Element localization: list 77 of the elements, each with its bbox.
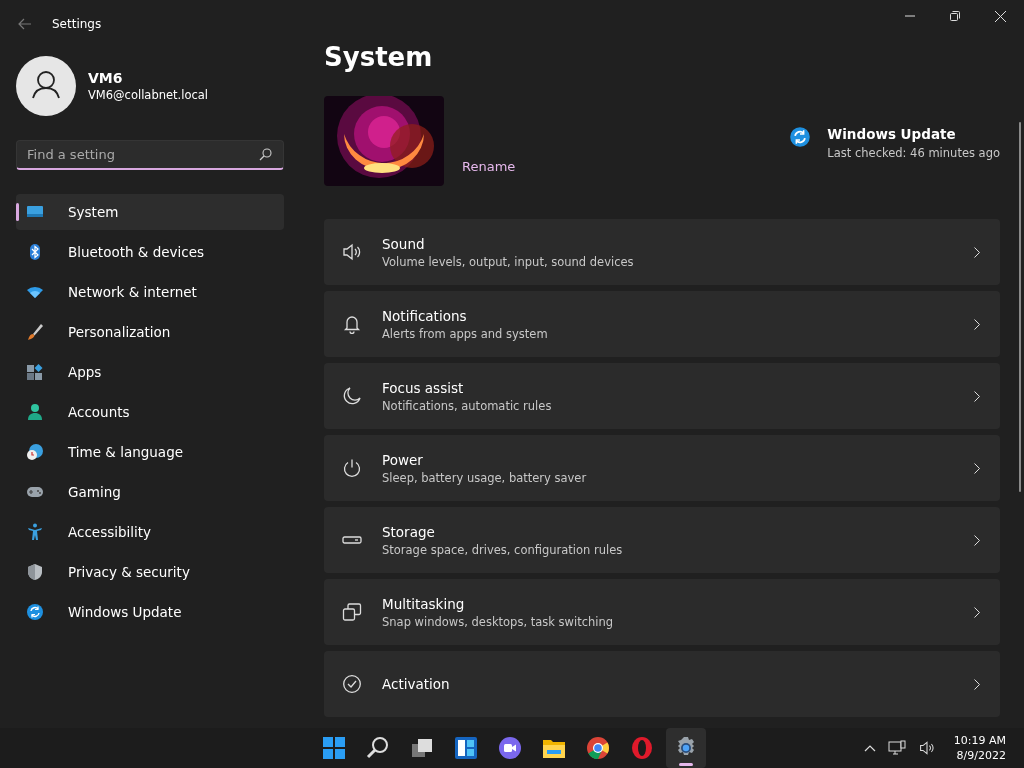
speaker-icon	[342, 242, 362, 262]
ring-icon	[630, 736, 654, 760]
sidebar-item[interactable]: Personalization	[16, 314, 284, 350]
settings-card[interactable]: Storage Storage space, drives, configuration rules	[324, 507, 1000, 573]
settings-card[interactable]: Activation	[324, 651, 1000, 717]
sidebar-item[interactable]: Accounts	[16, 394, 284, 430]
brush-icon	[26, 323, 44, 341]
window-title: Settings	[52, 17, 102, 31]
card-description: Alerts from apps and system	[382, 326, 549, 341]
settings-card[interactable]: Power Sleep, battery usage, battery saver	[324, 435, 1000, 501]
card-title: Activation	[382, 676, 451, 692]
card-title: Focus assist	[382, 379, 465, 396]
chevron-up-icon[interactable]	[863, 744, 876, 752]
sidebar-item[interactable]: Network & internet	[16, 274, 284, 310]
chevron-icon	[974, 390, 980, 402]
sidebar-item[interactable]: Gaming	[16, 474, 284, 510]
sidebar-item[interactable]: Privacy & security	[16, 554, 284, 590]
sidebar-item[interactable]: Time & language	[16, 434, 284, 470]
account-email: VM6@collabnet.local	[88, 88, 209, 102]
search-icon	[259, 148, 272, 161]
close-icon[interactable]	[995, 10, 1006, 22]
rename-link[interactable]: Rename	[462, 159, 516, 174]
video-chat-icon	[498, 736, 522, 760]
accessibility-icon	[26, 523, 44, 541]
person-icon	[26, 403, 44, 421]
sidebar-item[interactable]: Windows Update	[16, 594, 284, 630]
check-circle-icon	[342, 674, 362, 694]
restore-icon[interactable]	[950, 11, 960, 21]
card-description: Notifications, automatic rules	[382, 398, 553, 413]
update-title: Windows Update	[827, 126, 957, 142]
search-icon	[366, 736, 390, 760]
update-status: Last checked: 46 minutes ago	[827, 146, 1000, 160]
sidebar-item[interactable]: Accessibility	[16, 514, 284, 550]
active-app-button[interactable]	[666, 728, 706, 768]
card-description: Sleep, battery usage, battery saver	[382, 470, 588, 485]
clock[interactable]: 10:19 AM 8/9/2022	[953, 734, 1006, 762]
browser-icon	[586, 736, 610, 760]
back-icon[interactable]	[18, 18, 32, 30]
sidebar-item[interactable]: Apps	[16, 354, 284, 390]
settings-card[interactable]: Focus assist Notifications, automatic rules	[324, 363, 1000, 429]
power-icon	[342, 458, 362, 478]
card-description: Snap windows, desktops, task switching	[382, 614, 615, 629]
globe-clock-icon	[26, 443, 44, 461]
speaker-icon[interactable]	[917, 740, 936, 756]
chevron-icon	[974, 246, 980, 258]
card-title: Notifications	[382, 307, 468, 324]
chevron-icon	[974, 678, 980, 690]
chevron-icon	[974, 462, 980, 474]
card-title: Multitasking	[382, 595, 466, 612]
task-view-icon	[410, 736, 434, 760]
avatar-icon	[16, 56, 76, 116]
card-title: Storage	[382, 523, 436, 540]
start-icon	[322, 736, 346, 760]
chevron-icon	[974, 534, 980, 546]
account-name: VM6	[88, 70, 124, 86]
card-title: Sound	[382, 235, 426, 252]
sidebar-item[interactable]: Bluetooth & devices	[16, 234, 284, 270]
network-icon[interactable]	[887, 740, 906, 756]
apps-icon	[26, 363, 44, 381]
card-title: Power	[382, 451, 424, 468]
card-description: Storage space, drives, configuration rules	[382, 542, 624, 557]
search-field[interactable]: Find a setting	[16, 140, 284, 170]
card-description: Volume levels, output, input, sound devices	[382, 254, 635, 269]
settings-card[interactable]: Sound Volume levels, output, input, sound devices	[324, 219, 1000, 285]
chevron-icon	[974, 606, 980, 618]
bell-icon	[342, 314, 362, 334]
sync-icon	[26, 603, 44, 621]
settings-card[interactable]: Notifications Alerts from apps and system	[324, 291, 1000, 357]
page-title: System	[324, 42, 434, 72]
widgets-icon	[454, 736, 478, 760]
moon-icon	[342, 386, 362, 406]
shield-icon	[26, 563, 44, 581]
chevron-icon	[974, 318, 980, 330]
settings-card[interactable]: Multitasking Snap windows, desktops, task switching	[324, 579, 1000, 645]
sidebar-item[interactable]: System	[16, 194, 284, 230]
windows-stack-icon	[342, 602, 362, 622]
sync-icon	[789, 126, 812, 148]
